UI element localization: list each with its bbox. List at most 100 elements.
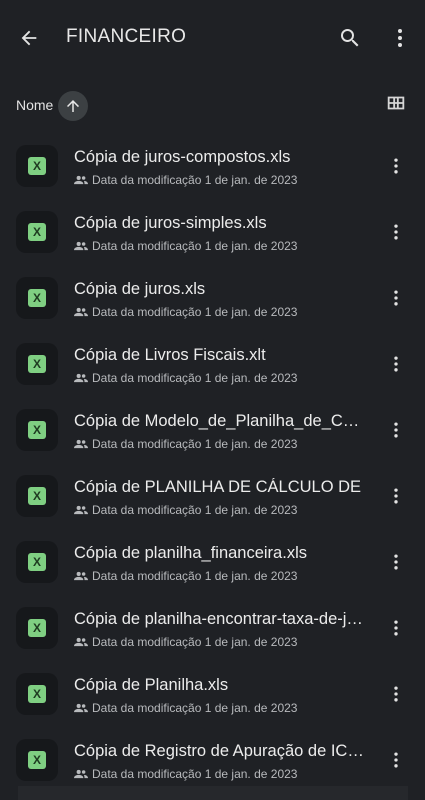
file-row[interactable]: X Cópia de Modelo_de_Planilha_de_Cálculo… xyxy=(0,397,425,463)
grid-view-icon xyxy=(387,96,405,110)
file-more-button[interactable] xyxy=(384,483,408,509)
spreadsheet-icon: X xyxy=(28,157,46,175)
file-name: Cópia de Livros Fiscais.xlt xyxy=(74,346,266,364)
file-meta: Data da modificação 1 de jan. de 2023 xyxy=(74,371,297,385)
sort-direction-button[interactable] xyxy=(58,91,88,121)
shared-people-icon xyxy=(74,307,88,317)
bottom-sheet-edge xyxy=(18,786,408,800)
more-vert-icon xyxy=(394,158,398,174)
modified-date: Data da modificação 1 de jan. de 2023 xyxy=(92,767,298,781)
spreadsheet-icon: X xyxy=(28,223,46,241)
file-thumbnail: X xyxy=(16,541,58,583)
file-more-button[interactable] xyxy=(384,681,408,707)
spreadsheet-icon: X xyxy=(28,619,46,637)
arrow-up-icon xyxy=(67,100,79,112)
spreadsheet-icon: X xyxy=(28,487,46,505)
file-name: Cópia de planilha_financeira.xls xyxy=(74,544,307,562)
modified-date: Data da modificação 1 de jan. de 2023 xyxy=(92,701,298,715)
file-thumbnail: X xyxy=(16,607,58,649)
modified-date: Data da modificação 1 de jan. de 2023 xyxy=(92,437,298,451)
file-name: Cópia de Registro de Apuração de ICMS xyxy=(74,742,366,760)
file-more-button[interactable] xyxy=(384,417,408,443)
file-row[interactable]: X Cópia de planilha_financeira.xls Data … xyxy=(0,529,425,595)
file-name: Cópia de Modelo_de_Planilha_de_Cálculo xyxy=(74,412,366,430)
file-row[interactable]: X Cópia de PLANILHA DE CÁLCULO DE Data d… xyxy=(0,463,425,529)
modified-date: Data da modificação 1 de jan. de 2023 xyxy=(92,635,298,649)
shared-people-icon xyxy=(74,439,88,449)
file-row[interactable]: X Cópia de Planilha.xls Data da modifica… xyxy=(0,661,425,727)
arrow-back-icon xyxy=(21,30,37,46)
spreadsheet-icon: X xyxy=(28,751,46,769)
file-name: Cópia de juros-compostos.xls xyxy=(74,148,291,166)
file-row[interactable]: X Cópia de juros-simples.xls Data da mod… xyxy=(0,199,425,265)
shared-people-icon xyxy=(74,175,88,185)
more-vert-icon xyxy=(398,29,402,47)
spreadsheet-icon: X xyxy=(28,685,46,703)
file-thumbnail: X xyxy=(16,673,58,715)
back-button[interactable] xyxy=(9,18,49,58)
page-title: FINANCEIRO xyxy=(66,26,187,47)
more-vert-icon xyxy=(394,554,398,570)
spreadsheet-icon: X xyxy=(28,289,46,307)
file-thumbnail: X xyxy=(16,343,58,385)
top-app-bar: FINANCEIRO xyxy=(0,0,425,72)
shared-people-icon xyxy=(74,769,88,779)
file-meta: Data da modificação 1 de jan. de 2023 xyxy=(74,767,297,781)
file-name: Cópia de juros.xls xyxy=(74,280,206,298)
search-icon xyxy=(341,29,359,47)
file-more-button[interactable] xyxy=(384,285,408,311)
spreadsheet-icon: X xyxy=(28,553,46,571)
file-more-button[interactable] xyxy=(384,549,408,575)
shared-people-icon xyxy=(74,505,88,515)
file-thumbnail: X xyxy=(16,277,58,319)
more-vert-icon xyxy=(394,422,398,438)
file-meta: Data da modificação 1 de jan. de 2023 xyxy=(74,503,297,517)
file-row[interactable]: X Cópia de Registro de Apuração de ICMS … xyxy=(0,727,425,793)
file-more-button[interactable] xyxy=(384,747,408,773)
file-thumbnail: X xyxy=(16,211,58,253)
shared-people-icon xyxy=(74,373,88,383)
file-more-button[interactable] xyxy=(384,153,408,179)
more-vert-icon xyxy=(394,356,398,372)
file-more-button[interactable] xyxy=(384,219,408,245)
file-meta: Data da modificação 1 de jan. de 2023 xyxy=(74,437,297,451)
file-meta: Data da modificação 1 de jan. de 2023 xyxy=(74,569,297,583)
file-thumbnail: X xyxy=(16,409,58,451)
more-vert-icon xyxy=(394,752,398,768)
more-vert-icon xyxy=(394,224,398,240)
file-name: Cópia de planilha-encontrar-taxa-de-juro… xyxy=(74,610,366,628)
file-meta: Data da modificação 1 de jan. de 2023 xyxy=(74,701,297,715)
file-row[interactable]: X Cópia de planilha-encontrar-taxa-de-ju… xyxy=(0,595,425,661)
file-meta: Data da modificação 1 de jan. de 2023 xyxy=(74,173,297,187)
modified-date: Data da modificação 1 de jan. de 2023 xyxy=(92,503,298,517)
file-thumbnail: X xyxy=(16,475,58,517)
file-row[interactable]: X Cópia de juros-compostos.xls Data da m… xyxy=(0,133,425,199)
file-meta: Data da modificação 1 de jan. de 2023 xyxy=(74,635,297,649)
more-vert-icon xyxy=(394,290,398,306)
grid-view-toggle[interactable] xyxy=(381,88,411,118)
more-options-button[interactable] xyxy=(380,18,420,58)
search-button[interactable] xyxy=(330,18,370,58)
file-row[interactable]: X Cópia de juros.xls Data da modificação… xyxy=(0,265,425,331)
more-vert-icon xyxy=(394,620,398,636)
file-thumbnail: X xyxy=(16,739,58,781)
file-name: Cópia de PLANILHA DE CÁLCULO DE xyxy=(74,478,362,496)
more-vert-icon xyxy=(394,686,398,702)
file-name: Cópia de juros-simples.xls xyxy=(74,214,267,232)
file-name: Cópia de Planilha.xls xyxy=(74,676,229,694)
modified-date: Data da modificação 1 de jan. de 2023 xyxy=(92,371,298,385)
modified-date: Data da modificação 1 de jan. de 2023 xyxy=(92,305,298,319)
sort-by-name-button[interactable]: Nome xyxy=(16,97,53,113)
shared-people-icon xyxy=(74,703,88,713)
modified-date: Data da modificação 1 de jan. de 2023 xyxy=(92,239,298,253)
modified-date: Data da modificação 1 de jan. de 2023 xyxy=(92,569,298,583)
shared-people-icon xyxy=(74,637,88,647)
file-row[interactable]: X Cópia de Livros Fiscais.xlt Data da mo… xyxy=(0,331,425,397)
file-more-button[interactable] xyxy=(384,351,408,377)
more-vert-icon xyxy=(394,488,398,504)
drive-folder-screen: FINANCEIRO Nome X Cópia de juros-compost… xyxy=(0,0,425,800)
spreadsheet-icon: X xyxy=(28,355,46,373)
file-thumbnail: X xyxy=(16,145,58,187)
shared-people-icon xyxy=(74,571,88,581)
file-more-button[interactable] xyxy=(384,615,408,641)
